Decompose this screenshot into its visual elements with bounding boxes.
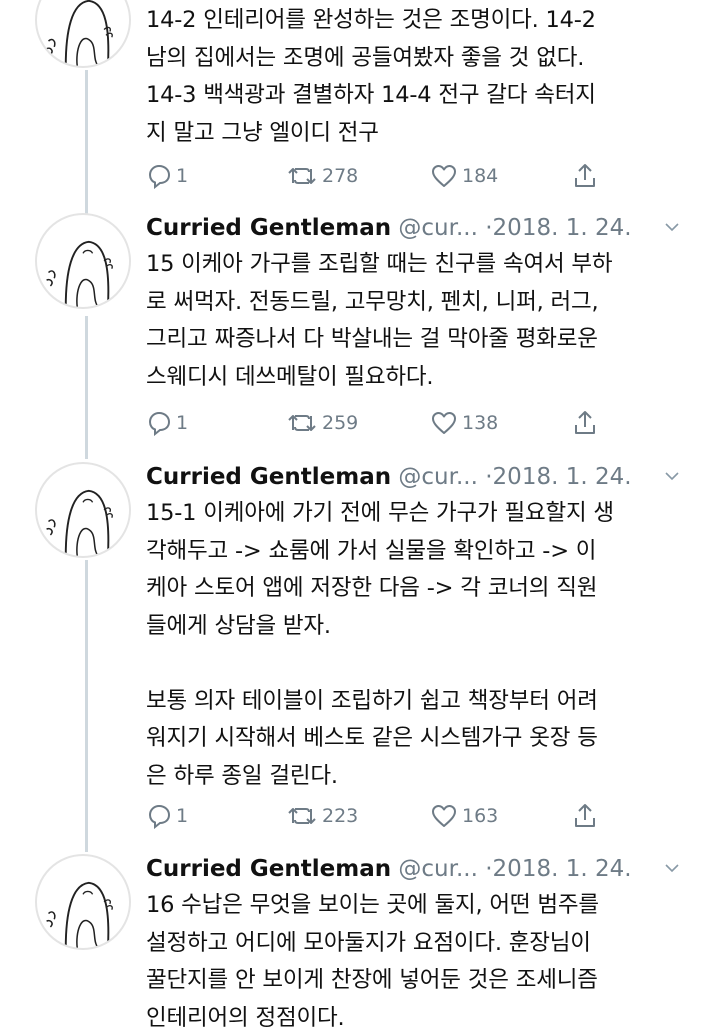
tweet-line: 14-2 인테리어를 완성하는 것은 조명이다. 14-2 (146, 7, 596, 33)
tweet-line: 케아 스토어 앱에 저장한 다음 -> 각 코너의 직원 (146, 575, 598, 601)
share-button[interactable] (572, 161, 602, 191)
retweet-button[interactable]: 259 (286, 408, 358, 438)
tweet-line: 들에게 상담을 받자. (146, 612, 331, 639)
tweet-actions: 1 223 163 (146, 801, 606, 831)
user-handle[interactable]: @cur... (398, 215, 478, 241)
share-button[interactable] (572, 801, 602, 831)
tweet-line: 16 수납은 무엇을 보이는 곳에 둘지, 어떤 범주를 (146, 892, 599, 918)
avatar[interactable] (35, 213, 131, 309)
avatar[interactable] (35, 0, 131, 68)
display-name[interactable]: Curried Gentleman (146, 464, 391, 490)
like-count: 163 (462, 805, 499, 827)
like-button[interactable]: 138 (430, 408, 498, 438)
reply-button[interactable]: 1 (146, 408, 188, 438)
share-icon (575, 411, 595, 434)
retweet-icon (288, 808, 316, 824)
tweet-line: 15 이케아 가구를 조립할 때는 친구를 속여서 부하 (146, 251, 613, 277)
like-button[interactable]: 163 (430, 801, 498, 831)
retweet-count: 278 (322, 165, 359, 187)
tweet-line: 워지기 시작해서 베스토 같은 시스템가구 옷장 등 (146, 725, 598, 751)
reply-count: 1 (176, 412, 189, 434)
tweet-text: 15 이케아 가구를 조립할 때는 친구를 속여서 부하 로 써먹자. 전동드릴… (146, 246, 706, 396)
retweet-count: 259 (322, 412, 359, 434)
heart-icon (432, 805, 456, 827)
tweet-date[interactable]: 2018. 1. 24. (493, 856, 632, 882)
tweet-actions: 1 278 184 (146, 161, 606, 191)
ghost-avatar-icon (46, 240, 113, 307)
like-count: 138 (462, 412, 499, 434)
ghost-avatar-icon (46, 489, 113, 556)
reply-button[interactable]: 1 (146, 161, 188, 191)
retweet-count: 223 (322, 805, 359, 827)
thread-line (85, 560, 88, 852)
user-handle[interactable]: @cur... (398, 856, 478, 882)
chevron-down-icon[interactable] (664, 221, 680, 233)
retweet-button[interactable]: 223 (286, 801, 358, 831)
tweet-line: 꿀단지를 안 보이게 찬장에 넣어둔 것은 조세니즘 (146, 967, 598, 993)
tweet-line: 지 말고 그냥 엘이디 전구 (146, 119, 379, 146)
tweet-line: 은 하루 종일 걸린다. (146, 762, 338, 789)
retweet-button[interactable]: 278 (286, 161, 358, 191)
tweet-line: 설정하고 어디에 모아둘지가 요점이다. 훈장님이 (146, 929, 591, 956)
tweet-line: 15-1 이케아에 가기 전에 무슨 가구가 필요할지 생 (146, 500, 614, 526)
ghost-avatar-icon (46, 0, 113, 66)
tweet-line: 스웨디시 데쓰메탈이 필요하다. (146, 363, 434, 390)
heart-icon (432, 165, 456, 187)
ghost-avatar-icon (46, 881, 113, 948)
tweet-date[interactable]: 2018. 1. 24. (493, 464, 632, 490)
tweet-header: Curried Gentleman @cur... ·2018. 1. 24. (146, 211, 632, 245)
tweet-line: 각해두고 -> 쇼룸에 가서 실물을 확인하고 -> 이 (146, 537, 597, 564)
separator-dot: · (485, 856, 493, 882)
share-icon (575, 804, 595, 827)
like-button[interactable]: 184 (430, 161, 498, 191)
display-name[interactable]: Curried Gentleman (146, 215, 391, 241)
tweet-text: 16 수납은 무엇을 보이는 곳에 둘지, 어떤 범주를 설정하고 어디에 모아… (146, 887, 706, 1031)
tweet-line: 그리고 짜증나서 다 박살내는 걸 막아줄 평화로운 (146, 326, 598, 352)
chevron-down-icon[interactable] (664, 862, 680, 874)
user-handle[interactable]: @cur... (398, 464, 478, 490)
separator-dot: · (485, 215, 493, 241)
display-name[interactable]: Curried Gentleman (146, 856, 391, 882)
reply-icon (148, 164, 171, 189)
heart-icon (432, 412, 456, 434)
tweet-header: Curried Gentleman @cur... ·2018. 1. 24. (146, 460, 632, 494)
avatar[interactable] (35, 462, 131, 558)
reply-icon (148, 804, 171, 829)
reply-count: 1 (176, 805, 189, 827)
tweet-line: 로 써먹자. 전동드릴, 고무망치, 펜치, 니퍼, 러그, (146, 288, 599, 315)
tweet-line: 남의 집에서는 조명에 공들여봤자 좋을 것 없다. (146, 44, 585, 71)
tweet-text: 14-2 인테리어를 완성하는 것은 조명이다. 14-2 남의 집에서는 조명… (146, 2, 706, 152)
tweet-actions: 1 259 138 (146, 408, 606, 438)
share-icon (575, 164, 595, 187)
avatar[interactable] (35, 854, 131, 950)
retweet-icon (288, 415, 316, 431)
reply-button[interactable]: 1 (146, 801, 188, 831)
separator-dot: · (485, 464, 493, 490)
tweet-line: 14-3 백색광과 결별하자 14-4 전구 갈다 속터지 (146, 82, 596, 108)
tweet-line: 보통 의자 테이블이 조립하기 쉽고 책장부터 어려 (146, 687, 598, 714)
retweet-icon (288, 168, 316, 184)
chevron-down-icon[interactable] (664, 470, 680, 482)
tweet-date[interactable]: 2018. 1. 24. (493, 215, 632, 241)
thread-line (85, 316, 88, 459)
thread-line (85, 70, 88, 215)
reply-icon (148, 411, 171, 436)
like-count: 184 (462, 165, 499, 187)
tweet-header: Curried Gentleman @cur... ·2018. 1. 24. (146, 852, 632, 886)
reply-count: 1 (176, 165, 189, 187)
tweet-text: 15-1 이케아에 가기 전에 무슨 가구가 필요할지 생 각해두고 -> 쇼룸… (146, 495, 706, 795)
share-button[interactable] (572, 408, 602, 438)
tweet-line: 인테리어의 정점이다. (146, 1004, 345, 1031)
